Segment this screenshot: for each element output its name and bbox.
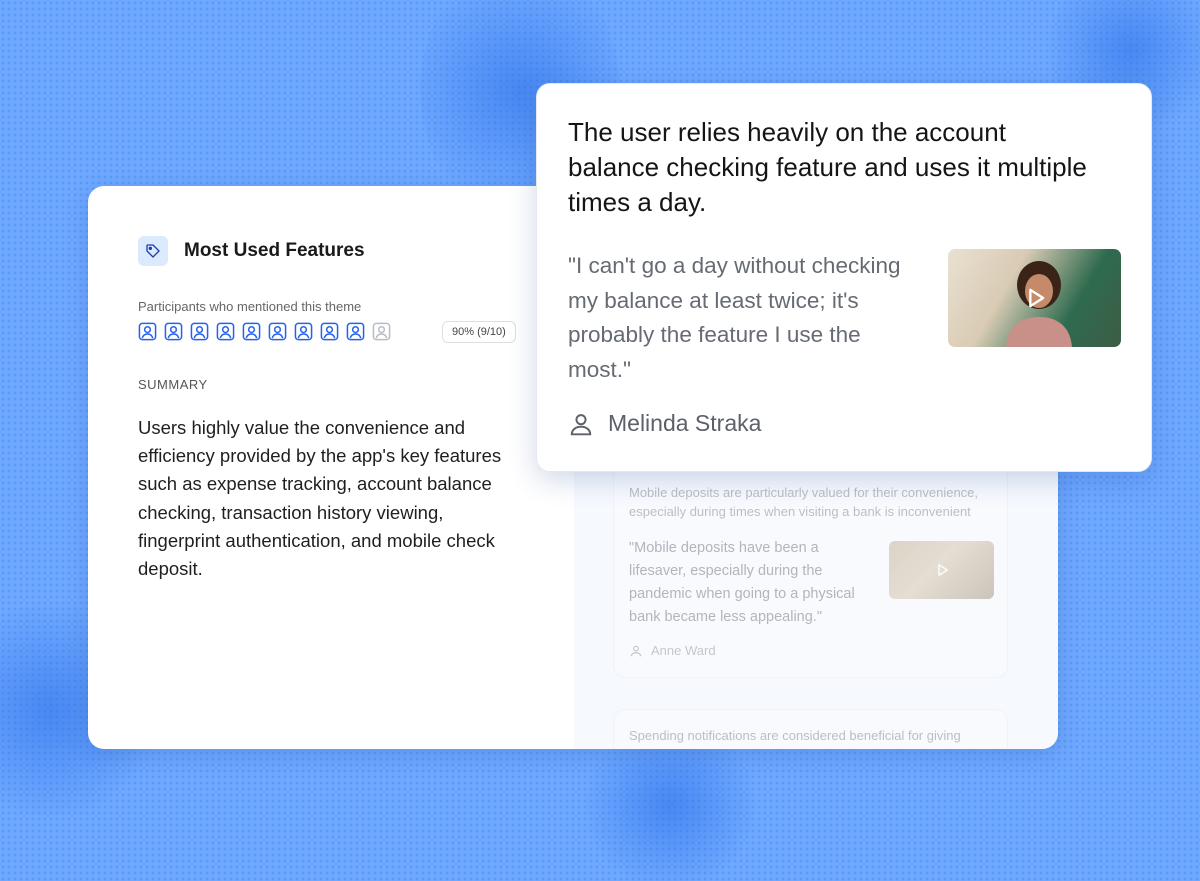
- user-icon: [570, 413, 592, 435]
- insight-headline: Spending notifications are considered be…: [629, 728, 961, 743]
- participant-icon-active: [320, 322, 339, 341]
- participant-icon-active: [242, 322, 261, 341]
- tag-icon: [138, 236, 168, 266]
- video-thumbnail[interactable]: [948, 249, 1121, 347]
- participant-icon-active: [164, 322, 183, 341]
- summary-label: SUMMARY: [138, 377, 208, 392]
- participant-icon-active: [294, 322, 313, 341]
- author-name: Anne Ward: [651, 643, 716, 658]
- participant-icon-active: [190, 322, 209, 341]
- participant-icon-active: [346, 322, 365, 341]
- play-icon[interactable]: [933, 561, 951, 579]
- popup-headline: The user relies heavily on the account b…: [568, 117, 1087, 217]
- participant-icon-inactive: [372, 322, 391, 341]
- play-icon[interactable]: [1021, 284, 1049, 312]
- insight-author: Anne Ward: [629, 643, 716, 658]
- insight-headline: Mobile deposits are particularly valued …: [629, 485, 979, 519]
- popup-author: Melinda Straka: [568, 410, 761, 437]
- participant-icon-active: [138, 322, 157, 341]
- participant-icon-active: [268, 322, 287, 341]
- theme-header: Most Used Features: [138, 236, 365, 266]
- theme-title: Most Used Features: [184, 240, 365, 261]
- summary-text: Users highly value the convenience and e…: [138, 417, 502, 580]
- insight-card[interactable]: Spending notifications are considered be…: [613, 709, 1008, 749]
- author-name: Melinda Straka: [608, 410, 762, 436]
- percent-chip: 90% (9/10): [442, 321, 516, 343]
- participants-label: Participants who mentioned this theme: [138, 299, 362, 314]
- user-icon: [630, 645, 642, 656]
- participant-icon-active: [216, 322, 235, 341]
- insight-quote: "Mobile deposits have been a lifesaver, …: [629, 540, 855, 625]
- video-thumbnail[interactable]: [889, 541, 994, 599]
- insight-popup[interactable]: The user relies heavily on the account b…: [536, 83, 1152, 472]
- participant-icons: [138, 322, 391, 341]
- insight-card[interactable]: Mobile deposits are particularly valued …: [613, 466, 1008, 678]
- popup-quote: "I can't go a day without checking my ba…: [568, 253, 901, 383]
